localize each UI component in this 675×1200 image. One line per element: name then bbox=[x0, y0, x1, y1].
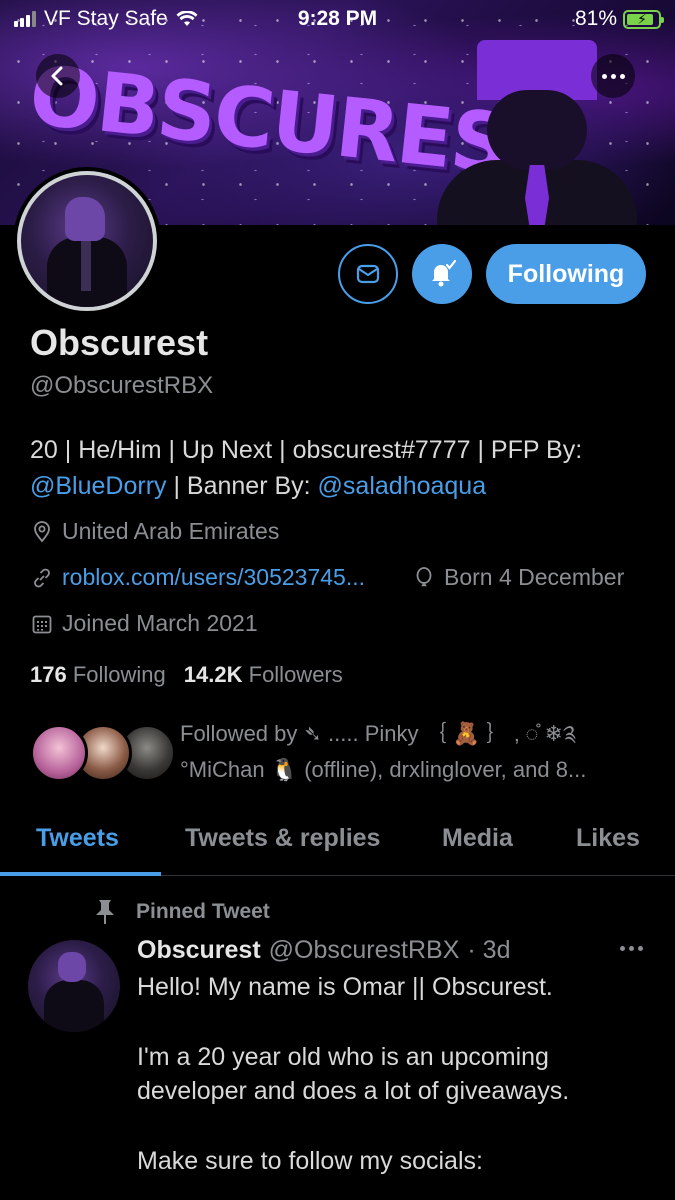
bio-mention-bluedorry[interactable]: @BlueDorry bbox=[30, 472, 167, 500]
location-text: United Arab Emirates bbox=[62, 518, 280, 544]
tweet-more-button[interactable] bbox=[620, 946, 643, 951]
website-link[interactable]: roblox.com/users/30523745... bbox=[62, 564, 365, 591]
bell-icon bbox=[432, 259, 457, 287]
profile-birthday: Born 4 December bbox=[412, 564, 624, 591]
tweet-avatar[interactable] bbox=[28, 940, 120, 1032]
message-button[interactable] bbox=[338, 244, 398, 304]
location-icon bbox=[34, 520, 50, 542]
pinned-text: Pinned Tweet bbox=[136, 900, 270, 923]
profile-handle: @ObscurestRBX bbox=[30, 372, 214, 399]
tweet-paragraph: I'm a 20 year old who is an upcoming dev… bbox=[137, 1043, 570, 1105]
status-time: 9:28 PM bbox=[297, 7, 378, 30]
tweet-author-handle[interactable]: @ObscurestRBX bbox=[269, 936, 460, 965]
notifications-button[interactable] bbox=[412, 244, 472, 304]
bio-text-mid: | Banner By: bbox=[166, 472, 318, 500]
back-button[interactable] bbox=[36, 54, 80, 98]
tweet-body: Hello! My name is Omar || Obscurest. I'm… bbox=[137, 970, 647, 1200]
pinned-label: Pinned Tweet bbox=[92, 898, 270, 926]
bio-text: 20 | He/Him | Up Next | obscurest#7777 |… bbox=[30, 436, 583, 464]
more-options-button[interactable] bbox=[591, 54, 635, 98]
mail-icon bbox=[356, 264, 380, 284]
avatar bbox=[30, 724, 88, 782]
profile-location: United Arab Emirates bbox=[30, 518, 279, 545]
status-bar: VF Stay Safe 9:28 PM 81% ⚡ bbox=[0, 0, 675, 38]
calendar-icon bbox=[32, 615, 52, 633]
tab-tweets-replies[interactable]: Tweets & replies bbox=[185, 824, 380, 853]
profile-avatar[interactable] bbox=[13, 167, 161, 315]
followed-by-avatars bbox=[30, 724, 176, 784]
followers-count[interactable]: 14.2K Followers bbox=[184, 662, 343, 688]
profile-name: Obscurest bbox=[30, 322, 209, 363]
pin-icon bbox=[96, 900, 114, 924]
tweet-time: · 3d bbox=[467, 936, 511, 964]
following-button[interactable]: Following bbox=[486, 244, 646, 304]
active-tab-indicator bbox=[0, 872, 161, 876]
profile-tabs: Tweets Tweets & replies Media Likes bbox=[0, 806, 675, 876]
tweet-author-name[interactable]: Obscurest bbox=[137, 936, 261, 965]
following-count[interactable]: 176 Following bbox=[30, 662, 166, 688]
birthday-text: Born 4 December bbox=[444, 564, 625, 590]
followed-by[interactable]: Followed by ➴ ..... Pinky ｛ 🧸 ｝ ‚ ◌̊ ❄︎༉… bbox=[30, 716, 650, 792]
joined-text: Joined March 2021 bbox=[62, 610, 258, 636]
bio-mention-saladhoaqua[interactable]: @saladhoaqua bbox=[318, 472, 487, 500]
tab-likes[interactable]: Likes bbox=[576, 824, 640, 853]
tab-tweets[interactable]: Tweets bbox=[36, 824, 119, 853]
more-icon bbox=[601, 73, 607, 79]
more-icon bbox=[620, 946, 625, 951]
tweet-paragraph: Hello! My name is Omar || Obscurest. bbox=[137, 973, 553, 1001]
profile-bio: 20 | He/Him | Up Next | obscurest#7777 |… bbox=[30, 432, 650, 504]
tweet-header: Obscurest @ObscurestRBX · 3d bbox=[137, 936, 510, 965]
back-arrow-icon bbox=[51, 66, 63, 86]
follow-counts: 176 Following 14.2K Followers bbox=[30, 662, 343, 688]
followed-by-text: Followed by ➴ ..... Pinky ｛ 🧸 ｝ ‚ ◌̊ ❄︎༉… bbox=[180, 721, 587, 782]
profile-joined: Joined March 2021 bbox=[30, 610, 258, 637]
link-icon bbox=[34, 568, 50, 587]
battery-percent: 81% bbox=[574, 7, 617, 30]
tweet-paragraph: Make sure to follow my socials: bbox=[137, 1147, 483, 1175]
balloon-icon bbox=[416, 566, 432, 586]
profile-website[interactable]: roblox.com/users/30523745... bbox=[30, 564, 365, 591]
battery-icon: ⚡ bbox=[623, 9, 664, 29]
tab-media[interactable]: Media bbox=[442, 824, 513, 853]
